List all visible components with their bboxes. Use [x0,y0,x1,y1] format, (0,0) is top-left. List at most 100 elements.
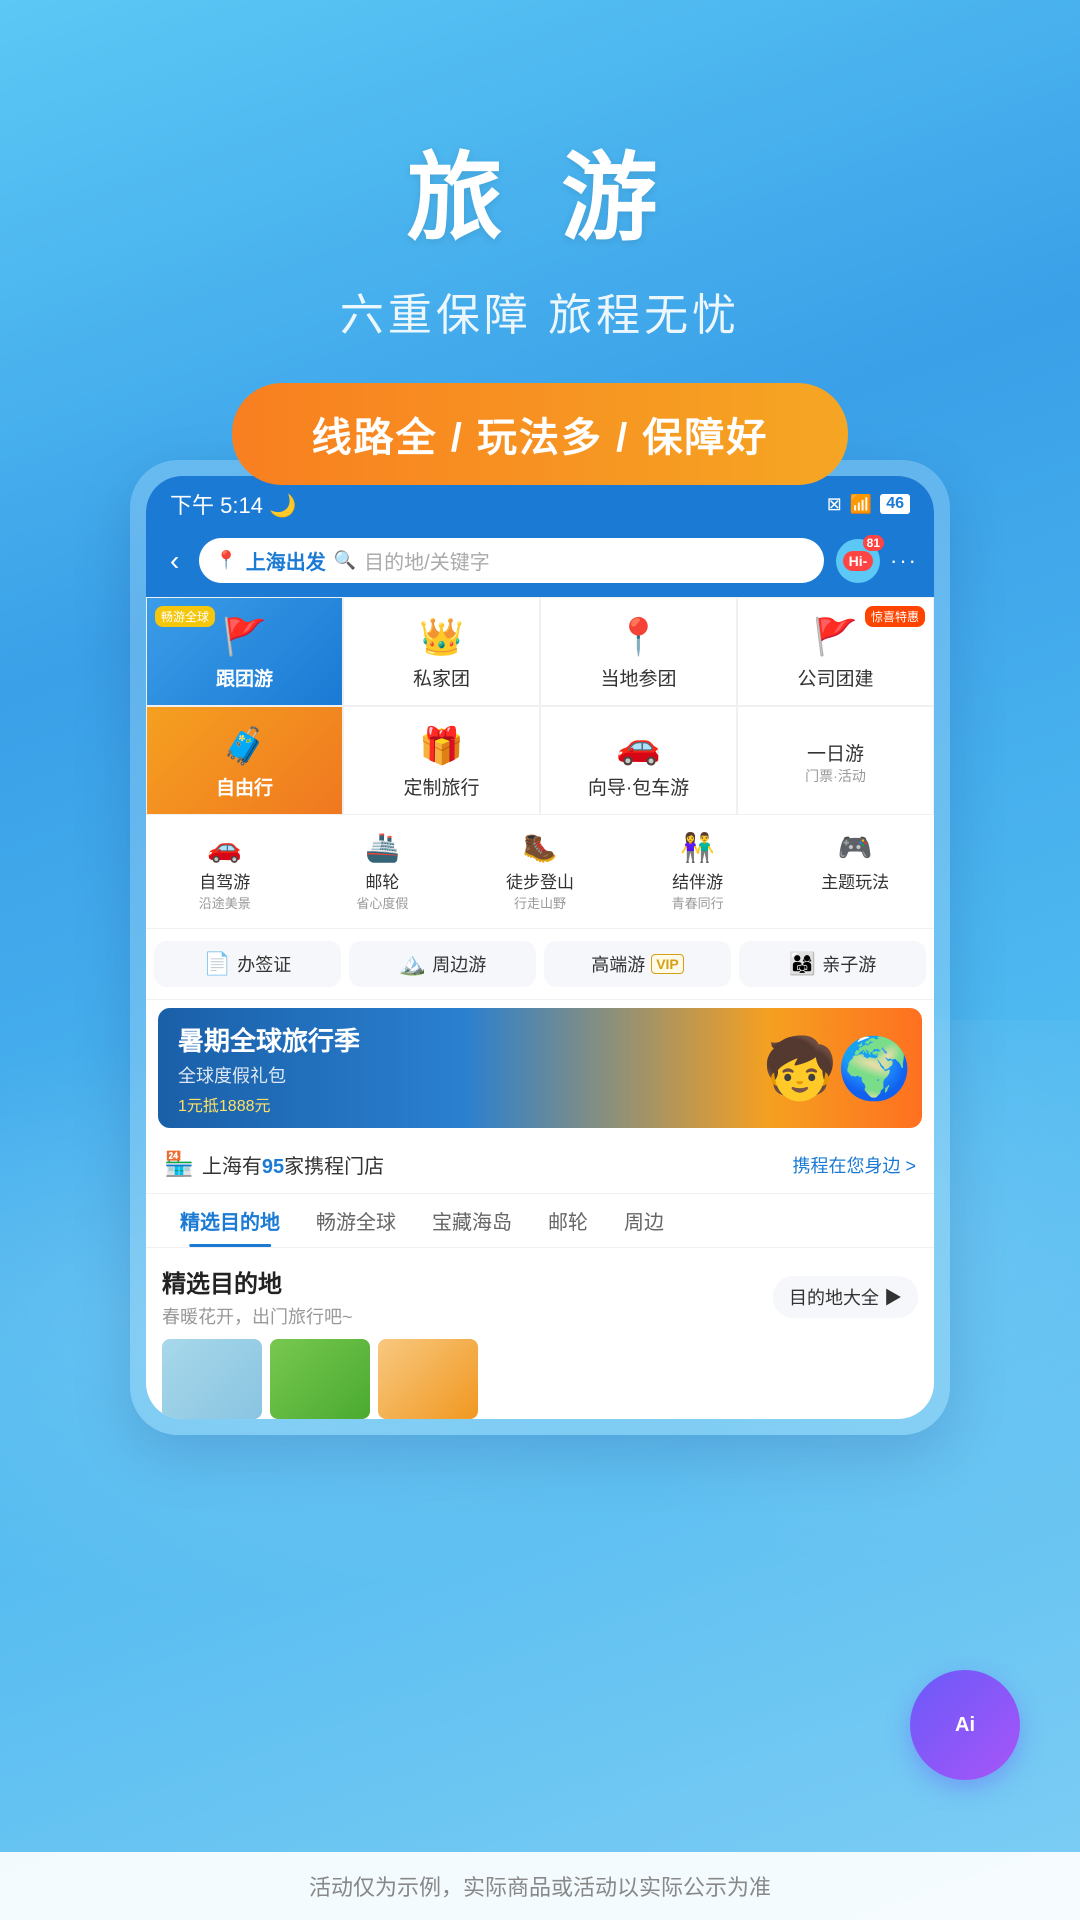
depart-city: 上海出发 [246,546,326,575]
sec-item-luxury[interactable]: 高端游 VIP [544,941,731,987]
sec-item-visa[interactable]: 📄 办签证 [154,941,341,987]
nav-actions: Hi- 81 ··· [836,539,918,583]
nav-bar: ‹ 📍 上海出发 🔍 目的地/关键字 Hi- 81 ··· [146,528,934,597]
menu-item-private-tour[interactable]: 👑 私家团 [343,597,540,706]
banner-sub: 全球度假礼包 [178,1062,360,1088]
nearby-icon: 🏔️ [399,951,426,977]
store-count: 95 [262,1156,284,1178]
search-icon: 🔍 [334,550,356,571]
ai-fab-button[interactable]: Ai [910,1670,1020,1780]
group-tour-label: 跟团游 [216,664,273,691]
menu-item-local-tour[interactable]: 📍 当地参团 [540,597,737,706]
mini-item-companion[interactable]: 👫 结伴游 青春同行 [619,823,777,920]
companion-label: 结伴游 [672,868,723,893]
banner-cta: 1元抵1888元 [178,1092,360,1116]
family-label: 亲子游 [822,951,876,977]
hiking-icon: 🥾 [523,831,558,864]
dest-image-3[interactable] [378,1339,478,1419]
hero-subtitle: 六重保障 旅程无忧 [0,279,1080,343]
visa-icon: 📄 [204,951,231,977]
location-icon: 📍 [215,550,237,571]
companion-sub: 青春同行 [672,893,724,912]
back-button[interactable]: ‹ [162,541,187,581]
notif-badge: 81 [863,535,884,551]
dest-image-1[interactable] [162,1339,262,1419]
mini-item-hiking[interactable]: 🥾 徒步登山 行走山野 [461,823,619,920]
hero-badge[interactable]: 线路全 / 玩法多 / 保障好 [232,383,849,485]
mini-item-theme[interactable]: 🎮 主题玩法 [776,823,934,920]
status-time: 下午 5:14 🌙 [170,488,296,520]
guide-car-label: 向导·包车游 [588,773,689,800]
private-tour-icon: 👑 [419,616,464,658]
store-info: 🏪 上海有95家携程门店 [164,1150,384,1179]
hiking-label: 徒步登山 [506,868,574,893]
mini-menu: 🚗 自驾游 沿途美景 🚢 邮轮 省心度假 🥾 徒步登山 行走山野 👫 结伴游 青… [146,815,934,929]
tab-nearby[interactable]: 周边 [606,1194,682,1247]
tab-global[interactable]: 畅游全球 [298,1194,414,1247]
hero-section: 旅 游 六重保障 旅程无忧 线路全 / 玩法多 / 保障好 [0,0,1080,485]
disclaimer: 活动仅为示例，实际商品或活动以实际公示为准 [0,1852,1080,1920]
visa-label: 办签证 [237,951,291,977]
private-tour-label: 私家团 [413,664,470,691]
tab-island[interactable]: 宝藏海岛 [414,1194,530,1247]
more-button[interactable]: ··· [890,548,918,574]
banner-title: 暑期全球旅行季 [178,1021,360,1058]
search-bar[interactable]: 📍 上海出发 🔍 目的地/关键字 [199,538,824,583]
local-tour-icon: 📍 [616,616,661,658]
cruise-label: 邮轮 [365,868,399,893]
tab-selected[interactable]: 精选目的地 [162,1194,298,1247]
dest-title-block: 精选目的地 春暖花开，出门旅行吧~ [162,1264,353,1329]
dest-title: 精选目的地 [162,1264,353,1299]
promo-banner[interactable]: 暑期全球旅行季 全球度假礼包 1元抵1888元 🧒🌍 [158,1008,922,1128]
menu-item-company-tour[interactable]: 惊喜特惠 🚩 公司团建 [737,597,934,706]
store-link[interactable]: 携程在您身边 > [792,1152,916,1178]
menu-item-guide-car[interactable]: 🚗 向导·包车游 [540,706,737,815]
nearby-label: 周边游 [432,951,486,977]
group-tour-badge: 畅游全球 [155,606,215,627]
hiking-sub: 行走山野 [514,893,566,912]
company-tour-label: 公司团建 [797,664,873,691]
self-drive-label: 自驾游 [199,868,250,893]
free-travel-label: 自由行 [216,773,273,800]
store-icon: 🏪 [164,1150,194,1179]
phone-mockup: 下午 5:14 🌙 ⊠ 📶 46 ‹ 📍 上海出发 🔍 目的地/关键字 Hi- [130,460,950,1435]
tab-row: 精选目的地 畅游全球 宝藏海岛 邮轮 周边 [146,1194,934,1248]
theme-icon: 🎮 [838,831,873,864]
menu-item-group-tour[interactable]: 畅游全球 🚩 跟团游 [146,597,343,706]
avatar[interactable]: Hi- 81 [836,539,880,583]
menu-item-custom-travel[interactable]: 🎁 定制旅行 [343,706,540,815]
battery-icon: 46 [880,494,910,514]
group-tour-icon: 🚩 [222,616,267,658]
free-travel-icon: 🧳 [222,725,267,767]
vip-badge: VIP [651,954,684,974]
hero-title: 旅 游 [0,120,1080,259]
menu-item-day-tour[interactable]: 一日游 门票·活动 [737,706,934,815]
tab-cruise[interactable]: 邮轮 [530,1194,606,1247]
banner-decoration: 🧒🌍 [763,1008,912,1128]
banner-text: 暑期全球旅行季 全球度假礼包 1元抵1888元 [178,1021,360,1116]
family-icon: 👨‍👩‍👧 [789,951,816,977]
guide-car-icon: 🚗 [616,725,661,767]
custom-travel-icon: 🎁 [419,725,464,767]
menu-row-2: 🧳 自由行 🎁 定制旅行 🚗 向导·包车游 一日游 门票·活动 [146,706,934,815]
dest-more-button[interactable]: 目的地大全 ▶ [773,1276,918,1318]
sec-item-family[interactable]: 👨‍👩‍👧 亲子游 [739,941,926,987]
store-row: 🏪 上海有95家携程门店 携程在您身边 > [146,1136,934,1194]
hi-badge: Hi- [843,551,874,571]
status-icons: ⊠ 📶 46 [827,494,910,515]
wifi-icon: 📶 [850,494,872,515]
mini-item-self-drive[interactable]: 🚗 自驾游 沿途美景 [146,823,304,920]
theme-label: 主题玩法 [821,868,889,893]
company-tour-badge: 惊喜特惠 [865,606,925,627]
menu-item-free-travel[interactable]: 🧳 自由行 [146,706,343,815]
dest-images [162,1339,918,1419]
search-placeholder: 目的地/关键字 [364,546,490,575]
self-drive-sub: 沿途美景 [199,893,251,912]
sec-item-nearby[interactable]: 🏔️ 周边游 [349,941,536,987]
phone-inner: 下午 5:14 🌙 ⊠ 📶 46 ‹ 📍 上海出发 🔍 目的地/关键字 Hi- [146,476,934,1419]
dest-image-2[interactable] [270,1339,370,1419]
mini-item-cruise[interactable]: 🚢 邮轮 省心度假 [304,823,462,920]
self-drive-icon: 🚗 [207,831,242,864]
cruise-sub: 省心度假 [356,893,408,912]
company-tour-icon: 🚩 [813,616,858,658]
